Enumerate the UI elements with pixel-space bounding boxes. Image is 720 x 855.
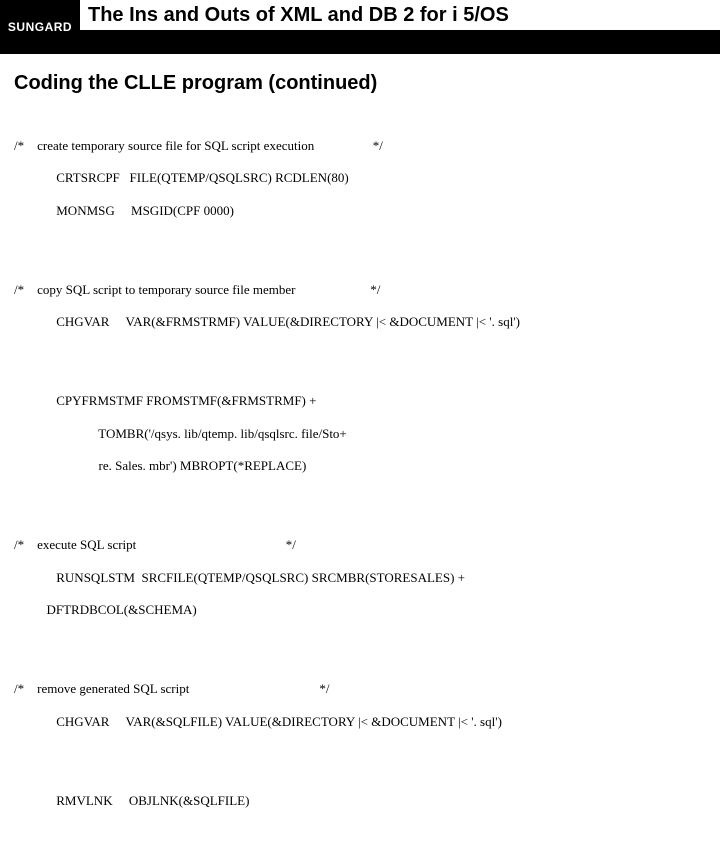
code-block: /* create temporary source file for SQL … [14,121,706,235]
code-line: /* execute SQL script */ [14,537,706,553]
code-line: TOMBR('/qsys. lib/qtemp. lib/qsqlsrc. fi… [14,426,706,442]
code-line: re. Sales. mbr') MBROPT(*REPLACE) [14,458,706,474]
code-line: DFTRDBCOL(&SCHEMA) [14,602,706,618]
brand-logo: SUNGARD [0,0,80,54]
code-line: MONMSG MSGID(CPF 0000) [14,203,706,219]
page-title: The Ins and Outs of XML and DB 2 for i 5… [80,0,720,30]
code-line: CHGVAR VAR(&FRMSTRMF) VALUE(&DIRECTORY |… [14,314,706,330]
header: SUNGARD The Ins and Outs of XML and DB 2… [0,0,720,54]
code-line: RMVLNK OBJLNK(&SQLFILE) [14,793,706,809]
subtitle: Coding the CLLE program (continued) [0,54,720,105]
code-line: /* copy SQL script to temporary source f… [14,282,706,298]
code-line: RUNSQLSTM SRCFILE(QTEMP/QSQLSRC) SRCMBR(… [14,570,706,586]
code-line: CRTSRCPF FILE(QTEMP/QSQLSRC) RCDLEN(80) [14,170,706,186]
code-block: CPYFRMSTMF FROMSTMF(&FRMSTRMF) + TOMBR('… [14,377,706,491]
title-underline [80,30,720,54]
title-bar: The Ins and Outs of XML and DB 2 for i 5… [80,0,720,54]
code-line: CPYFRMSTMF FROMSTMF(&FRMSTRMF) + [14,393,706,409]
code-line: /* create temporary source file for SQL … [14,138,706,154]
code-line: /* remove generated SQL script */ [14,681,706,697]
code-block: /* copy SQL script to temporary source f… [14,265,706,346]
code-block: /* execute SQL script */ RUNSQLSTM SRCFI… [14,521,706,635]
code-block: RMVLNK OBJLNK(&SQLFILE) [14,776,706,825]
code-line: CHGVAR VAR(&SQLFILE) VALUE(&DIRECTORY |<… [14,714,706,730]
code-area: /* create temporary source file for SQL … [0,105,720,855]
code-block: /* remove generated SQL script */ CHGVAR… [14,665,706,746]
